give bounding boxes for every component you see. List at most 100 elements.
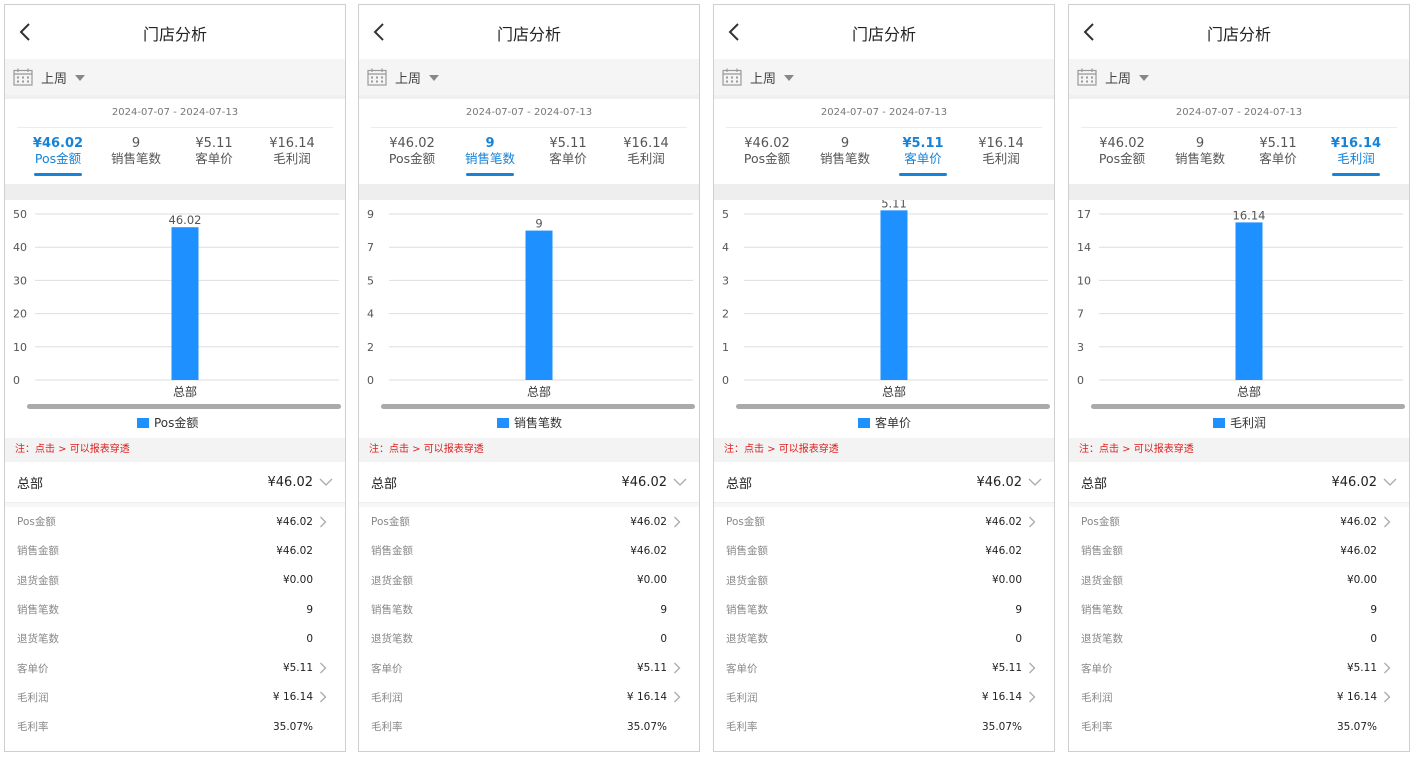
metric-value: ¥ 16.14 — [626, 691, 667, 704]
metric-row[interactable]: 客单价 ¥5.11 — [726, 653, 1042, 682]
metric-tab[interactable]: ¥16.14 毛利润 — [253, 128, 331, 184]
tab-value: ¥46.02 — [744, 136, 790, 151]
metric-row: 销售金额 ¥46.02 — [726, 536, 1042, 565]
metric-row[interactable]: 毛利润 ¥ 16.14 — [726, 683, 1042, 712]
tab-label: 毛利润 — [627, 151, 665, 166]
chart-scrollbar[interactable] — [27, 404, 341, 409]
metric-row[interactable]: 客单价 ¥5.11 — [371, 653, 687, 682]
metric-row[interactable]: Pos金额 ¥46.02 — [17, 507, 333, 536]
summary-row[interactable]: 总部 ¥46.02 — [1069, 462, 1409, 503]
row-arrow-slot — [667, 662, 687, 674]
tab-value: ¥46.02 — [1099, 136, 1145, 151]
chevron-right-icon[interactable] — [1028, 662, 1036, 674]
metric-tab[interactable]: ¥5.11 客单价 — [529, 128, 607, 184]
metric-row[interactable]: 毛利润 ¥ 16.14 — [17, 683, 333, 712]
chevron-right-icon[interactable] — [673, 691, 681, 703]
metric-row[interactable]: 毛利润 ¥ 16.14 — [1081, 683, 1397, 712]
y-tick-label: 30 — [13, 274, 27, 287]
metric-tab[interactable]: ¥46.02 Pos金额 — [1083, 128, 1161, 184]
bar[interactable] — [880, 210, 908, 380]
legend-label[interactable]: Pos金额 — [154, 415, 198, 430]
active-tab-indicator — [466, 173, 514, 176]
metric-row: 退货金额 ¥0.00 — [17, 566, 333, 595]
period-selector[interactable]: 上周 — [359, 59, 699, 95]
metric-tab[interactable]: ¥16.14 毛利润 — [1317, 128, 1395, 184]
page-title: 门店分析 — [851, 25, 916, 44]
chart-scrollbar[interactable] — [381, 404, 695, 409]
bar[interactable] — [525, 230, 553, 380]
metric-row[interactable]: Pos金额 ¥46.02 — [1081, 507, 1397, 536]
x-tick-label: 总部 — [173, 384, 197, 399]
tab-label: 客单价 — [1259, 151, 1297, 166]
chevron-right-icon[interactable] — [319, 516, 327, 528]
metric-tab[interactable]: ¥5.11 客单价 — [175, 128, 253, 184]
chevron-down-icon[interactable] — [1383, 477, 1397, 487]
legend-label[interactable]: 销售笔数 — [514, 415, 562, 430]
metric-tab[interactable]: 9 销售笔数 — [806, 128, 884, 184]
chevron-down-icon[interactable] — [673, 477, 687, 487]
chevron-down-icon[interactable] — [319, 477, 333, 487]
metric-label: 退货笔数 — [1081, 633, 1123, 646]
metric-row[interactable]: 毛利润 ¥ 16.14 — [371, 683, 687, 712]
metric-tab[interactable]: ¥16.14 毛利润 — [962, 128, 1040, 184]
metric-value: ¥5.11 — [991, 662, 1022, 675]
bar-chart-svg: 0 2 4 5 7 9 9 总部销售笔数 — [367, 208, 695, 430]
period-selector[interactable]: 上周 — [5, 59, 345, 95]
nav-bar: 门店分析 — [714, 5, 1054, 59]
metric-tab[interactable]: ¥5.11 客单价 — [1239, 128, 1317, 184]
tab-label: 销售笔数 — [110, 151, 161, 166]
legend-swatch — [858, 418, 870, 428]
metric-row[interactable]: Pos金额 ¥46.02 — [726, 507, 1042, 536]
summary-right: ¥46.02 — [622, 475, 688, 490]
chevron-right-icon[interactable] — [1383, 662, 1391, 674]
metric-label: Pos金额 — [726, 516, 765, 529]
drill-note: 注：点击 > 可以报表穿透 — [5, 438, 345, 462]
metric-value: 9 — [1015, 603, 1022, 616]
chevron-right-icon[interactable] — [1028, 516, 1036, 528]
metric-tab[interactable]: ¥46.02 Pos金额 — [728, 128, 806, 184]
chevron-right-icon[interactable] — [1028, 691, 1036, 703]
period-label: 上周 — [41, 71, 68, 87]
summary-row[interactable]: 总部 ¥46.02 — [714, 462, 1054, 503]
legend-label[interactable]: 客单价 — [875, 415, 911, 430]
metric-value: 9 — [1370, 603, 1377, 616]
chevron-right-icon[interactable] — [1383, 691, 1391, 703]
y-tick-label: 0 — [722, 374, 729, 387]
metric-tab[interactable]: ¥46.02 Pos金额 — [19, 128, 97, 184]
bar[interactable] — [171, 227, 199, 380]
metric-label: 毛利率 — [726, 721, 758, 734]
metric-value: ¥0.00 — [1346, 574, 1377, 587]
chart-scrollbar[interactable] — [736, 404, 1050, 409]
bar-chart: 0 1 2 3 4 5 5.11 总部 客单价 — [714, 200, 1054, 438]
legend-label[interactable]: 毛利润 — [1230, 416, 1266, 430]
period-selector[interactable]: 上周 — [714, 59, 1054, 95]
chevron-right-icon[interactable] — [673, 516, 681, 528]
summary-row[interactable]: 总部 ¥46.02 — [359, 462, 699, 503]
summary-row[interactable]: 总部 ¥46.02 — [5, 462, 345, 503]
chart-scrollbar[interactable] — [1091, 404, 1405, 409]
metric-row[interactable]: Pos金额 ¥46.02 — [371, 507, 687, 536]
metric-row[interactable]: 客单价 ¥5.11 — [1081, 653, 1397, 682]
metric-tab[interactable]: 9 销售笔数 — [97, 128, 175, 184]
chevron-right-icon[interactable] — [319, 662, 327, 674]
bar[interactable] — [1235, 222, 1263, 380]
metric-tabs: ¥46.02 Pos金额 9 销售笔数 ¥5.11 客单价 ¥16.14 毛利润 — [5, 128, 345, 184]
chevron-right-icon[interactable] — [319, 691, 327, 703]
date-range: 2024-07-07 - 2024-07-13 — [1175, 107, 1303, 118]
x-tick-label: 总部 — [527, 384, 551, 399]
phone-screen: 门店分析 上周 2024-07-07 - 2024-07-13 ¥46.02 Po… — [713, 4, 1055, 752]
chevron-right-icon[interactable] — [673, 662, 681, 674]
metric-tab[interactable]: ¥16.14 毛利润 — [607, 128, 685, 184]
caret-down-icon — [784, 75, 795, 81]
metric-tab[interactable]: 9 销售笔数 — [1161, 128, 1239, 184]
chevron-down-icon[interactable] — [1028, 477, 1042, 487]
chevron-right-icon[interactable] — [1383, 516, 1391, 528]
date-range: 2024-07-07 - 2024-07-13 — [111, 107, 239, 118]
metric-tab[interactable]: ¥5.11 客单价 — [884, 128, 962, 184]
period-selector[interactable]: 上周 — [1069, 59, 1409, 95]
metric-row[interactable]: 客单价 ¥5.11 — [17, 653, 333, 682]
y-tick-label: 10 — [13, 341, 27, 354]
summary-value: ¥46.02 — [267, 474, 314, 490]
metric-tab[interactable]: ¥46.02 Pos金额 — [373, 128, 451, 184]
metric-tab[interactable]: 9 销售笔数 — [451, 128, 529, 184]
